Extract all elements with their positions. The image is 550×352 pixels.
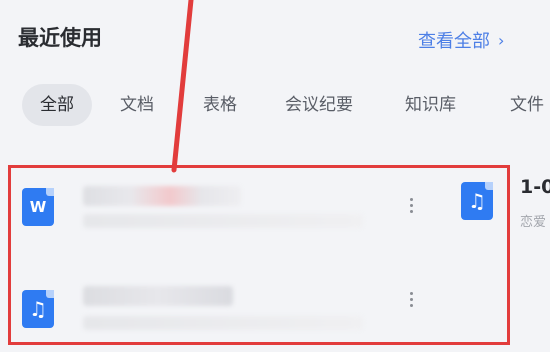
tab-sheets[interactable]: 表格	[203, 84, 237, 126]
file-row[interactable]: ♫	[11, 272, 507, 352]
recent-header: 最近使用 查看全部 ›	[0, 0, 550, 80]
chevron-right-icon: ›	[498, 30, 505, 50]
tab-meeting-notes[interactable]: 会议纪要	[285, 84, 353, 126]
file-row[interactable]: W	[11, 174, 507, 254]
section-title: 最近使用	[18, 26, 102, 50]
file-meta-redacted	[83, 316, 363, 330]
filter-tabs: 全部 文档 表格 会议纪要 知识库 文件	[0, 84, 550, 130]
tab-files[interactable]: 文件	[510, 84, 544, 126]
peek-file-subtitle: 恋爱	[520, 215, 547, 230]
tab-knowledge-base[interactable]: 知识库	[405, 84, 456, 126]
view-all-link[interactable]: 查看全部 ›	[418, 27, 504, 53]
word-doc-icon: W	[22, 188, 54, 226]
more-options-icon[interactable]	[407, 292, 415, 307]
recent-file-list: W ♫	[8, 165, 510, 345]
file-name-redacted	[83, 286, 233, 306]
peek-file-title[interactable]: 1-0	[520, 176, 550, 198]
view-all-label: 查看全部	[418, 31, 490, 52]
file-name-redacted	[83, 186, 241, 206]
audio-file-icon: ♫	[22, 290, 54, 328]
more-options-icon[interactable]	[407, 198, 415, 213]
file-meta-redacted	[83, 214, 363, 228]
tab-all[interactable]: 全部	[22, 84, 92, 126]
audio-file-icon[interactable]: ♫	[461, 182, 493, 220]
tab-docs[interactable]: 文档	[120, 84, 154, 126]
